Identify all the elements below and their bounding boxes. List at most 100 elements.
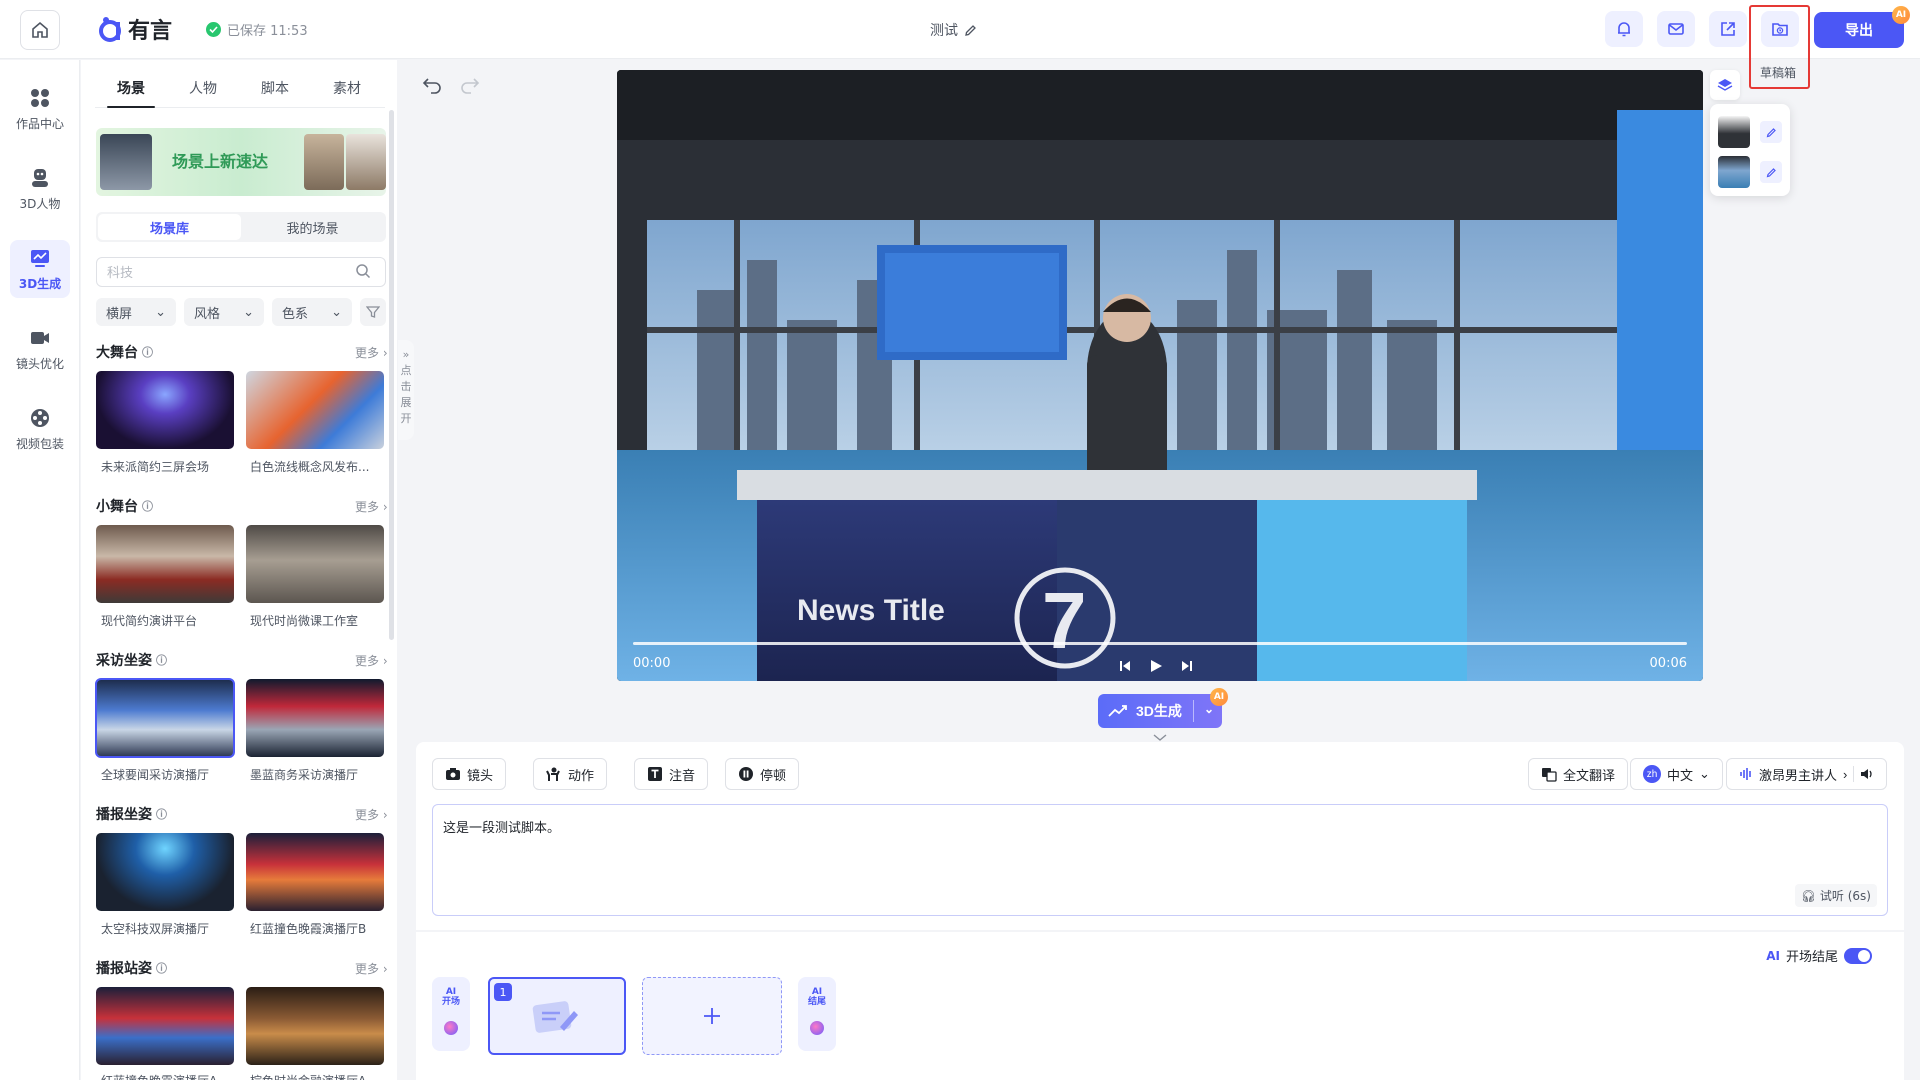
chart-icon <box>31 249 49 267</box>
scene-thumbnail[interactable] <box>246 371 384 449</box>
tab-scene[interactable]: 场景 <box>95 78 167 108</box>
document-title[interactable]: 测试 <box>930 20 977 40</box>
3d-generate-button[interactable]: 3D生成 ⌄ <box>1098 694 1222 728</box>
tab-character[interactable]: 人物 <box>167 78 239 107</box>
nav-item-works[interactable]: 作品中心 <box>10 80 70 138</box>
ai-icon: AI <box>1766 948 1780 963</box>
share-button[interactable] <box>1709 11 1747 47</box>
check-icon <box>206 22 221 37</box>
scene-thumbnail[interactable] <box>96 987 234 1065</box>
script-textarea[interactable]: 这是一段测试脚本。 🎧︎ 试听 (6s) <box>432 804 1888 916</box>
language-code: zh <box>1643 765 1661 783</box>
layer-row-scene[interactable] <box>1718 154 1782 190</box>
scene-thumbnail[interactable] <box>246 525 384 603</box>
redo-icon[interactable] <box>460 76 480 94</box>
video-progress-bar[interactable] <box>633 642 1687 645</box>
studio-scene-image: News Title 7 <box>617 70 1703 681</box>
filter-label: 横屏 <box>106 306 133 322</box>
nav-label: 视频包装 <box>15 436 64 451</box>
edit-layer-button[interactable] <box>1760 161 1782 183</box>
video-preview[interactable]: News Title 7 00:00 00:06 <box>617 70 1703 681</box>
more-link[interactable]: 更多 › <box>355 344 388 361</box>
notification-button[interactable] <box>1605 11 1643 47</box>
motion-tool-button[interactable]: 动作 <box>533 758 608 790</box>
home-icon <box>32 21 48 38</box>
info-icon: ⓘ <box>156 654 167 667</box>
scene-search-input[interactable] <box>96 257 386 287</box>
collapse-label-char: 展 <box>400 396 412 409</box>
more-link[interactable]: 更多 › <box>355 960 388 977</box>
filter-row: 横屏 ⌄ 风格 ⌄ 色系 ⌄ <box>96 298 386 326</box>
scene-clip[interactable]: 1 <box>488 977 626 1055</box>
ai-intro-clip[interactable]: AI 开场 <box>432 977 470 1051</box>
scene-thumbnail[interactable] <box>246 833 384 911</box>
language-select[interactable]: zh 中文 ⌄ <box>1630 758 1723 790</box>
current-time: 00:00 <box>633 656 671 671</box>
layer-row-avatar[interactable] <box>1718 114 1782 150</box>
preview-listen-button[interactable]: 🎧︎ 试听 (6s) <box>1794 884 1877 907</box>
segment-my-scenes[interactable]: 我的场景 <box>241 214 384 240</box>
collapse-chevron-icon[interactable] <box>1153 734 1167 742</box>
scene-name: 红蓝撞色晚霞演播厅B <box>250 922 367 936</box>
layers-button[interactable] <box>1710 70 1740 100</box>
edit-layer-button[interactable] <box>1760 121 1782 143</box>
pause-tool-button[interactable]: 停顿 <box>725 758 800 790</box>
scene-thumbnail[interactable] <box>246 679 384 757</box>
camera-tool-button[interactable]: 镜头 <box>432 758 507 790</box>
nav-item-video-package[interactable]: 视频包装 <box>10 400 70 458</box>
logo: 有言 <box>98 13 172 45</box>
filter-style[interactable]: 风格 ⌄ <box>184 298 264 326</box>
next-icon[interactable] <box>1181 660 1193 672</box>
undo-icon[interactable] <box>422 76 442 94</box>
segment-scene-library[interactable]: 场景库 <box>98 214 241 240</box>
clip-number: 1 <box>494 983 512 1001</box>
play-icon[interactable] <box>1149 659 1163 673</box>
nav-item-3d-avatar[interactable]: 3D人物 <box>10 160 70 218</box>
nav-item-3d-generate[interactable]: 3D生成 <box>10 240 70 298</box>
save-status: 已保存 11:53 <box>206 20 308 39</box>
collapse-label-char: 点 <box>400 364 412 377</box>
tool-label: 停顿 <box>760 767 787 783</box>
export-button[interactable]: 导出 <box>1814 12 1904 48</box>
filter-button[interactable] <box>360 298 386 326</box>
voice-select[interactable]: 激昂男主讲人 › <box>1726 758 1888 790</box>
intro-outro-toggle[interactable] <box>1844 947 1872 964</box>
new-scene-banner[interactable]: 场景上新速达 <box>96 128 386 196</box>
script-editor: 镜头 动作 注音 停顿 全文翻译 zh 中文 ⌄ 激昂男主讲人 › 这是一段测试… <box>416 742 1904 930</box>
scene-name: 未来派简约三屏会场 <box>101 460 210 474</box>
search-icon[interactable] <box>355 263 371 279</box>
home-button[interactable] <box>20 10 60 50</box>
speaker-icon[interactable] <box>1860 767 1874 781</box>
translate-button[interactable]: 全文翻译 <box>1528 758 1629 790</box>
edit-icon[interactable] <box>964 24 977 37</box>
expand-panel-toggle[interactable]: » 点 击 展 开 <box>398 340 414 440</box>
more-label: 更多 <box>355 500 380 514</box>
message-button[interactable] <box>1657 11 1695 47</box>
collapse-label-char: 开 <box>400 412 412 425</box>
panel-scrollbar[interactable] <box>389 110 394 640</box>
previous-icon[interactable] <box>1119 660 1131 672</box>
more-link[interactable]: 更多 › <box>355 652 388 669</box>
more-link[interactable]: 更多 › <box>355 498 388 515</box>
filter-color[interactable]: 色系 ⌄ <box>272 298 352 326</box>
avatar-icon <box>32 168 48 187</box>
scene-thumbnail-selected[interactable] <box>95 678 235 758</box>
banner-image <box>304 134 344 190</box>
nav-item-camera-optimize[interactable]: 镜头优化 <box>10 320 70 378</box>
filter-orientation[interactable]: 横屏 ⌄ <box>96 298 176 326</box>
tab-assets[interactable]: 素材 <box>311 78 383 107</box>
ai-outro-clip[interactable]: AI 结尾 <box>798 977 836 1051</box>
add-clip-button[interactable] <box>642 977 782 1055</box>
scene-thumbnail[interactable] <box>96 833 234 911</box>
section-title: 播报站姿 ⓘ <box>96 958 167 978</box>
scene-thumbnail[interactable] <box>96 371 234 449</box>
scene-thumbnail[interactable] <box>246 987 384 1065</box>
tab-script[interactable]: 脚本 <box>239 78 311 107</box>
more-link[interactable]: 更多 › <box>355 806 388 823</box>
avatar-layer-thumbnail <box>1718 116 1750 148</box>
phonetic-tool-button[interactable]: 注音 <box>634 758 709 790</box>
grid-icon <box>31 88 49 107</box>
layers-popover <box>1710 104 1790 196</box>
scene-thumbnail[interactable] <box>96 525 234 603</box>
top-bar: 有言 已保存 11:53 测试 草稿箱 导出 AI <box>0 0 1920 89</box>
